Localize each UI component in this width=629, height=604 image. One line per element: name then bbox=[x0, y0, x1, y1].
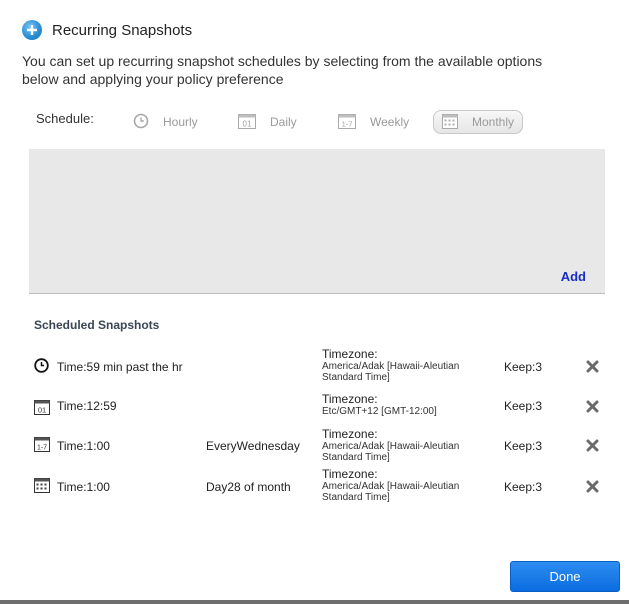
delete-icon[interactable] bbox=[586, 400, 599, 418]
done-button[interactable]: Done bbox=[510, 561, 620, 592]
schedule-label: Schedule: bbox=[36, 111, 94, 126]
schedule-option-label: Weekly bbox=[370, 115, 410, 129]
list-item: 01 Time:12:59 Timezone: Etc/GMT+12 [GMT-… bbox=[0, 393, 629, 433]
timezone-value: America/Adak [Hawaii-Aleutian Standard T… bbox=[322, 481, 460, 503]
snapshot-time: Time:1:00 bbox=[57, 480, 110, 494]
calendar-week-text: 1-7 bbox=[37, 445, 47, 452]
calendar-day-text: 01 bbox=[38, 406, 46, 415]
snapshot-recurrence: Day28 of month bbox=[206, 480, 291, 494]
list-item: 1-7 Time:1:00 EveryWednesday Timezone: A… bbox=[0, 428, 629, 468]
schedule-option-label: Monthly bbox=[472, 115, 515, 129]
clock-icon bbox=[133, 113, 149, 132]
dialog-header: Recurring Snapshots bbox=[22, 20, 192, 40]
plus-icon bbox=[22, 20, 42, 40]
snapshot-timezone: Timezone: America/Adak [Hawaii-Aleutian … bbox=[322, 347, 492, 384]
calendar-month-icon bbox=[442, 113, 458, 132]
schedule-option-label: Daily bbox=[270, 115, 297, 129]
snapshot-time: Time:1:00 bbox=[57, 439, 110, 453]
delete-icon[interactable] bbox=[586, 360, 599, 378]
delete-icon[interactable] bbox=[586, 480, 599, 498]
delete-icon[interactable] bbox=[586, 439, 599, 457]
bottom-divider bbox=[0, 600, 629, 604]
calendar-week-icon: 1-7 bbox=[338, 113, 356, 132]
calendar-week-text: 1-7 bbox=[342, 119, 353, 128]
timezone-label: Timezone: bbox=[322, 347, 378, 361]
calendar-month-icon bbox=[34, 477, 50, 498]
snapshot-timezone: Timezone: America/Adak [Hawaii-Aleutian … bbox=[322, 467, 492, 504]
calendar-day-text: 01 bbox=[243, 119, 252, 128]
schedule-option-monthly[interactable]: Monthly bbox=[433, 110, 523, 134]
snapshot-keep: Keep:3 bbox=[504, 360, 543, 374]
snapshot-timezone: Timezone: Etc/GMT+12 [GMT-12:00] bbox=[322, 392, 492, 418]
snapshot-keep: Keep:3 bbox=[504, 439, 543, 453]
snapshot-recurrence: EveryWednesday bbox=[206, 439, 300, 453]
snapshot-timezone: Timezone: America/Adak [Hawaii-Aleutian … bbox=[322, 427, 492, 464]
timezone-value: Etc/GMT+12 [GMT-12:00] bbox=[322, 406, 437, 417]
list-item: Time:1:00 Day28 of month Timezone: Ameri… bbox=[0, 468, 629, 508]
timezone-value: America/Adak [Hawaii-Aleutian Standard T… bbox=[322, 361, 460, 383]
dialog-title: Recurring Snapshots bbox=[52, 21, 193, 39]
clock-icon bbox=[34, 358, 49, 378]
calendar-day-icon: 01 bbox=[34, 399, 50, 420]
schedule-edit-panel: Add bbox=[29, 149, 605, 294]
snapshot-keep: Keep:3 bbox=[504, 399, 543, 413]
schedule-option-daily[interactable]: 01 Daily bbox=[238, 110, 297, 134]
snapshot-time: Time:59 min past the hr bbox=[57, 360, 183, 374]
schedule-option-weekly[interactable]: 1-7 Weekly bbox=[338, 110, 409, 134]
calendar-day-icon: 01 bbox=[238, 113, 256, 132]
scheduled-snapshots-title: Scheduled Snapshots bbox=[34, 318, 160, 332]
calendar-week-icon: 1-7 bbox=[34, 436, 50, 457]
timezone-label: Timezone: bbox=[322, 427, 378, 441]
dialog-description: You can set up recurring snapshot schedu… bbox=[22, 53, 543, 87]
schedule-selector: Schedule: Hourly 01 Daily 1-7 Weekly Mon… bbox=[36, 110, 536, 137]
snapshot-keep: Keep:3 bbox=[504, 480, 543, 494]
schedule-option-label: Hourly bbox=[163, 115, 198, 129]
snapshot-time: Time:12:59 bbox=[57, 399, 117, 413]
timezone-label: Timezone: bbox=[322, 467, 378, 481]
timezone-label: Timezone: bbox=[322, 392, 378, 406]
schedule-option-hourly[interactable]: Hourly bbox=[133, 110, 198, 134]
timezone-value: America/Adak [Hawaii-Aleutian Standard T… bbox=[322, 441, 460, 463]
list-item: Time:59 min past the hr Timezone: Americ… bbox=[0, 348, 629, 388]
add-link[interactable]: Add bbox=[561, 269, 586, 284]
